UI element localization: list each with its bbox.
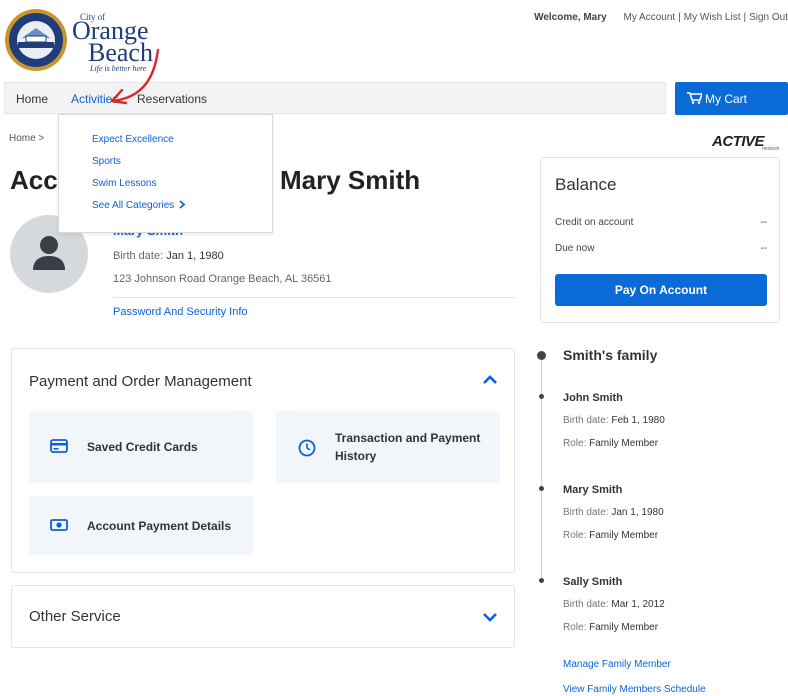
city-seal-icon (5, 9, 67, 71)
family-member-role: Role: Family Member (563, 530, 658, 541)
sign-out-link[interactable]: Sign Out (749, 12, 788, 23)
family-timeline-line (541, 356, 542, 582)
account-payment-details-tile[interactable]: Account Payment Details (29, 496, 253, 555)
family-schedule-link[interactable]: View Family Members Schedule (563, 684, 706, 695)
balance-card: Balance Credit on account -- Due now -- … (540, 157, 780, 323)
birth-label: Birth date: (563, 599, 609, 610)
family-member-birth: Birth date: Mar 1, 2012 (563, 599, 665, 610)
other-service-title: Other Service (29, 608, 121, 625)
payment-section-title: Payment and Order Management (29, 373, 252, 390)
credit-on-account-row: Credit on account -- (555, 217, 767, 228)
profile-divider (113, 297, 515, 298)
member-dot (539, 578, 544, 583)
family-member-name: Mary Smith (563, 484, 623, 496)
birth-value: Feb 1, 1980 (611, 415, 665, 426)
profile-address: 123 Johnson Road Orange Beach, AL 36561 (113, 273, 332, 285)
profile-birth-date: Birth date: Jan 1, 1980 (113, 250, 224, 262)
active-network-logo: ACTIVE (712, 133, 765, 150)
role-label: Role: (563, 530, 587, 541)
role-value: Family Member (589, 530, 659, 541)
balance-title: Balance (555, 175, 617, 194)
credit-card-icon (50, 439, 68, 453)
due-now-label: Due now (555, 243, 595, 254)
welcome-text: Welcome, Mary (534, 12, 607, 23)
nav-home[interactable]: Home (16, 92, 48, 106)
pay-on-account-button[interactable]: Pay On Account (555, 274, 767, 306)
account-payment-details-label: Account Payment Details (87, 519, 232, 533)
saved-credit-cards-tile[interactable]: Saved Credit Cards (29, 411, 253, 483)
my-account-link[interactable]: My Account (623, 12, 675, 23)
transaction-history-label: Transaction and Payment History (335, 431, 481, 463)
birth-value: Jan 1, 1980 (611, 507, 664, 518)
credit-on-account-value: -- (760, 217, 767, 228)
member-dot (539, 394, 544, 399)
password-security-link[interactable]: Password And Security Info (113, 306, 248, 318)
birth-label: Birth date: (563, 415, 609, 426)
transaction-history-tile[interactable]: Transaction and Payment History (276, 411, 500, 483)
due-now-row: Due now -- (555, 243, 767, 254)
page-title-right: Mary Smith (280, 165, 421, 195)
due-now-value: -- (760, 243, 767, 254)
my-cart-label: My Cart (705, 92, 747, 106)
family-member-role: Role: Family Member (563, 438, 658, 449)
role-value: Family Member (589, 622, 659, 633)
my-cart-button[interactable]: My Cart (675, 82, 788, 115)
family-timeline-dot (537, 351, 546, 360)
dropdown-item-expect-excellence[interactable]: Expect Excellence (92, 134, 174, 145)
other-service-section[interactable]: Other Service (11, 585, 515, 648)
page-title: Acc Mary Smith (10, 165, 420, 196)
breadcrumb[interactable]: Home > (9, 133, 44, 144)
chevron-up-icon[interactable] (482, 372, 498, 388)
dropdown-item-see-all[interactable]: See All Categories (92, 200, 186, 211)
role-label: Role: (563, 438, 587, 449)
birth-value: Mar 1, 2012 (611, 599, 665, 610)
payment-order-section: Payment and Order Management Saved Credi… (11, 348, 515, 573)
page-title-left: Acc (10, 165, 58, 195)
role-label: Role: (563, 622, 587, 633)
birth-label: Birth date: (113, 250, 164, 262)
dropdown-item-sports[interactable]: Sports (92, 156, 121, 167)
credit-on-account-label: Credit on account (555, 217, 634, 228)
clock-icon (298, 439, 316, 457)
member-dot (539, 486, 544, 491)
activities-dropdown: Expect Excellence Sports Swim Lessons Se… (58, 114, 273, 233)
active-network-sub: network (762, 146, 780, 152)
see-all-label: See All Categories (92, 200, 175, 211)
family-member-name: Sally Smith (563, 576, 623, 588)
money-icon (50, 519, 68, 531)
family-member-name: John Smith (563, 392, 623, 404)
family-member-birth: Birth date: Feb 1, 1980 (563, 415, 665, 426)
cart-icon (687, 92, 702, 104)
birth-label: Birth date: (563, 507, 609, 518)
family-title: Smith's family (563, 347, 658, 363)
chevron-right-icon (179, 200, 186, 209)
annotation-arrow-icon (110, 48, 160, 105)
family-member-birth: Birth date: Jan 1, 1980 (563, 507, 664, 518)
dropdown-item-swim-lessons[interactable]: Swim Lessons (92, 178, 156, 189)
user-icon (33, 236, 65, 270)
role-value: Family Member (589, 438, 659, 449)
birth-value: Jan 1, 1980 (166, 250, 224, 262)
wish-list-link[interactable]: My Wish List (684, 12, 741, 23)
manage-family-link[interactable]: Manage Family Member (563, 659, 671, 670)
chevron-down-icon[interactable] (482, 609, 498, 625)
family-member-role: Role: Family Member (563, 622, 658, 633)
account-links: Welcome, Mary My Account | My Wish List | Si… (534, 12, 788, 23)
saved-credit-cards-label: Saved Credit Cards (87, 440, 198, 454)
